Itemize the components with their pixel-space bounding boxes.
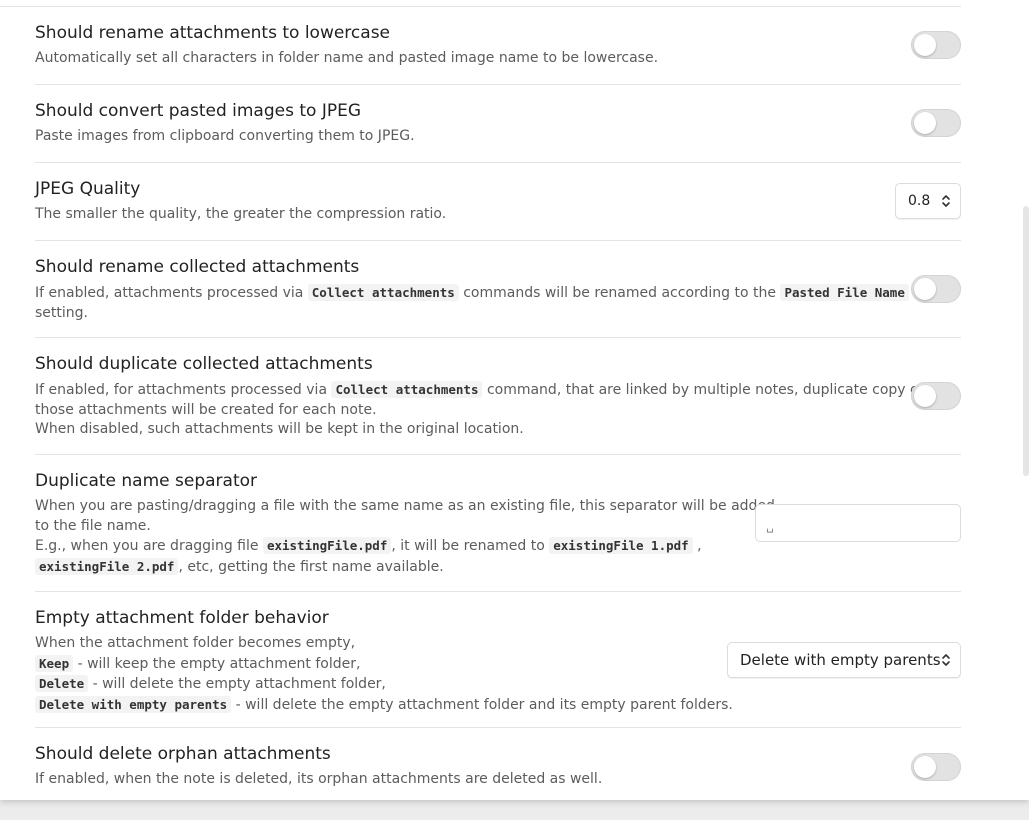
toggle-knob (914, 112, 936, 134)
delete-orphan-toggle[interactable] (911, 753, 961, 781)
description-text: - will delete the empty attachment folde… (92, 676, 386, 692)
inline-code: existingFile.pdf (262, 537, 392, 554)
setting-convert-jpeg: Should convert pasted images to JPEG Pas… (35, 85, 961, 163)
setting-description: When you are pasting/dragging a file wit… (35, 497, 775, 577)
setting-description: Paste images from clipboard converting t… (35, 127, 415, 147)
description-text: When you are pasting/dragging a file wit… (35, 498, 775, 514)
settings-panel: Should rename attachments to lowercase A… (0, 0, 1029, 800)
inline-code: existingFile 2.pdf (35, 557, 179, 575)
description-text: to the file name. (35, 517, 151, 534)
setting-info: Duplicate name separator When you are pa… (35, 471, 775, 577)
inline-code: Keep (35, 654, 74, 672)
setting-duplicate-collected: Should duplicate collected attachments I… (35, 338, 961, 455)
chevron-up-down-icon (942, 654, 950, 666)
jpeg-quality-stepper[interactable]: 0.8 (895, 183, 961, 219)
description-line: existingFile 2.pdf, etc, getting the fir… (35, 557, 775, 578)
empty-folder-behavior-dropdown[interactable]: Delete with empty parents (727, 642, 961, 678)
setting-description: Automatically set all characters in fold… (35, 49, 658, 69)
description-text: The smaller the quality, the greater the… (35, 206, 447, 222)
setting-info: Should rename collected attachments If e… (35, 257, 909, 323)
description-text: those attachments will be created for ea… (35, 401, 377, 418)
setting-name: Empty attachment folder behavior (35, 608, 329, 628)
setting-info: Should duplicate collected attachments I… (35, 354, 924, 440)
description-text: - will delete the empty attachment folde… (235, 696, 733, 713)
scrollbar[interactable] (1023, 206, 1029, 476)
inline-code: Pasted File Name (780, 284, 909, 301)
dropdown-selected-value: Delete with empty parents (740, 651, 941, 669)
setting-description: The smaller the quality, the greater the… (35, 205, 446, 225)
setting-name: JPEG Quality (35, 179, 141, 199)
setting-name: Should rename collected attachments (35, 257, 360, 277)
description-text: command, that are linked by multiple not… (486, 382, 924, 398)
description-text: If enabled, when the note is deleted, it… (35, 771, 603, 787)
chevron-up-down-icon (942, 195, 950, 207)
description-line: If enabled, for attachments processed vi… (35, 380, 924, 401)
inline-code: Delete with empty parents (35, 695, 232, 713)
separator-input[interactable]: ␣ (755, 504, 961, 542)
description-text: If enabled, for attachments processed vi… (35, 382, 328, 398)
setting-name: Should rename attachments to lowercase (35, 23, 391, 43)
setting-info: Empty attachment folder behavior When th… (35, 608, 733, 715)
description-line: If enabled, attachments processed via Co… (35, 283, 909, 304)
duplicate-collected-toggle[interactable] (911, 382, 961, 410)
inline-code: existingFile 1.pdf (549, 537, 693, 554)
setting-empty-folder-behavior: Empty attachment folder behavior When th… (35, 592, 961, 728)
setting-description: If enabled, attachments processed via Co… (35, 283, 909, 323)
setting-description: When the attachment folder becomes empty… (35, 634, 733, 715)
description-text: E.g., when you are dragging file (35, 538, 259, 554)
setting-name: Should convert pasted images to JPEG (35, 101, 362, 121)
setting-name: Duplicate name separator (35, 471, 257, 491)
description-text: Paste images from clipboard converting t… (35, 128, 415, 144)
setting-delete-orphan: Should delete orphan attachments If enab… (35, 728, 961, 800)
description-text: - will keep the empty attachment folder, (77, 655, 361, 672)
description-text: When disabled, such attachments will be … (35, 421, 524, 437)
setting-name: Should delete orphan attachments (35, 744, 331, 764)
description-text: If enabled, attachments processed via (35, 285, 304, 301)
description-text: , it will be renamed to (391, 538, 545, 554)
setting-name: Should duplicate collected attachments (35, 354, 373, 374)
description-text: commands will be renamed according to th… (463, 285, 776, 301)
setting-jpeg-quality: JPEG Quality The smaller the quality, th… (35, 163, 961, 241)
separator-value: ␣ (766, 519, 774, 533)
inline-code: Delete (35, 675, 89, 692)
description-line: Delete with empty parents - will delete … (35, 695, 733, 716)
description-line: Delete - will delete the empty attachmen… (35, 674, 733, 695)
toggle-knob (914, 385, 936, 407)
setting-info: Should rename attachments to lowercase A… (35, 23, 658, 69)
inline-code: Collect attachments (331, 381, 483, 398)
setting-description: If enabled, for attachments processed vi… (35, 380, 924, 440)
description-text: , etc, getting the first name available. (178, 558, 444, 575)
description-text: Automatically set all characters in fold… (35, 50, 659, 66)
description-text: When the attachment folder becomes empty… (35, 635, 356, 651)
setting-description: If enabled, when the note is deleted, it… (35, 770, 602, 790)
toggle-knob (914, 34, 936, 56)
description-line: E.g., when you are dragging file existin… (35, 536, 775, 557)
setting-info: Should convert pasted images to JPEG Pas… (35, 101, 415, 147)
inline-code: Collect attachments (307, 284, 459, 301)
convert-jpeg-toggle[interactable] (911, 109, 961, 137)
rename-lowercase-toggle[interactable] (911, 31, 961, 59)
setting-info: JPEG Quality The smaller the quality, th… (35, 179, 446, 225)
description-text: , (697, 538, 702, 554)
setting-rename-collected: Should rename collected attachments If e… (35, 241, 961, 338)
setting-rename-lowercase: Should rename attachments to lowercase A… (35, 7, 961, 85)
toggle-knob (914, 756, 936, 778)
setting-duplicate-separator: Duplicate name separator When you are pa… (35, 455, 961, 592)
stepper-value: 0.8 (908, 193, 931, 209)
description-text: setting. (35, 304, 88, 321)
rename-collected-toggle[interactable] (911, 275, 961, 303)
toggle-knob (914, 278, 936, 300)
setting-info: Should delete orphan attachments If enab… (35, 744, 602, 790)
description-line: Keep - will keep the empty attachment fo… (35, 654, 733, 675)
